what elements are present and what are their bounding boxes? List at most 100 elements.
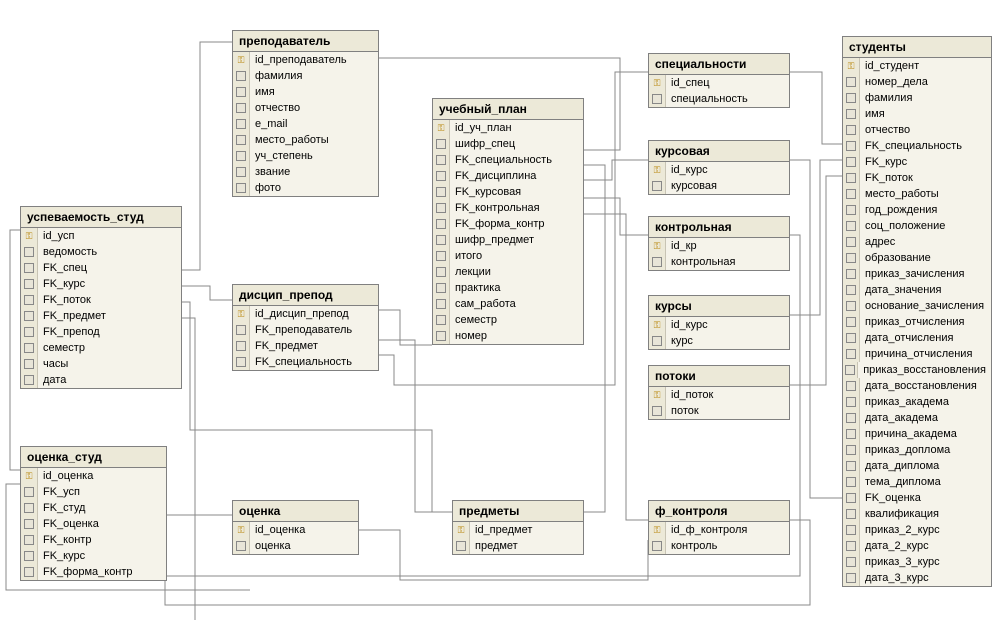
- table-row[interactable]: соц_положение: [843, 218, 991, 234]
- table-flows[interactable]: потокиid_потокпоток: [648, 365, 790, 420]
- table-row[interactable]: e_mail: [233, 116, 378, 132]
- table-row[interactable]: фамилия: [843, 90, 991, 106]
- table-header[interactable]: потоки: [649, 366, 789, 387]
- table-header[interactable]: специальности: [649, 54, 789, 75]
- table-header[interactable]: ф_контроля: [649, 501, 789, 522]
- table-row[interactable]: id_оценка: [233, 522, 358, 538]
- table-row[interactable]: id_спец: [649, 75, 789, 91]
- table-teacher[interactable]: преподавательid_преподавательфамилияимяо…: [232, 30, 379, 197]
- table-row[interactable]: ведомость: [21, 244, 181, 260]
- table-courses[interactable]: курсыid_курскурс: [648, 295, 790, 350]
- table-row[interactable]: FK_спец: [21, 260, 181, 276]
- table-row[interactable]: причина_академа: [843, 426, 991, 442]
- table-row[interactable]: FK_специальность: [233, 354, 378, 370]
- table-row[interactable]: приказ_зачисления: [843, 266, 991, 282]
- table-row[interactable]: FK_контр: [21, 532, 166, 548]
- table-header[interactable]: курсы: [649, 296, 789, 317]
- table-coursework[interactable]: курсоваяid_курскурсовая: [648, 140, 790, 195]
- table-row[interactable]: FK_курс: [21, 276, 181, 292]
- table-row[interactable]: FK_оценка: [21, 516, 166, 532]
- table-row[interactable]: FK_поток: [21, 292, 181, 308]
- table-row[interactable]: FK_усп: [21, 484, 166, 500]
- table-row[interactable]: часы: [21, 356, 181, 372]
- table-header[interactable]: дисцип_препод: [233, 285, 378, 306]
- table-row[interactable]: оценка: [233, 538, 358, 554]
- table-curriculum[interactable]: учебный_планid_уч_планшифр_спецFK_специа…: [432, 98, 584, 345]
- table-control[interactable]: контрольнаяid_крконтрольная: [648, 216, 790, 271]
- table-row[interactable]: семестр: [21, 340, 181, 356]
- table-row[interactable]: поток: [649, 403, 789, 419]
- table-row[interactable]: звание: [233, 164, 378, 180]
- table-row[interactable]: дата_академа: [843, 410, 991, 426]
- table-row[interactable]: FK_специальность: [843, 138, 991, 154]
- table-row[interactable]: FK_форма_контр: [433, 216, 583, 232]
- table-header[interactable]: преподаватель: [233, 31, 378, 52]
- table-header[interactable]: контрольная: [649, 217, 789, 238]
- table-row[interactable]: FK_предмет: [21, 308, 181, 324]
- table-row[interactable]: квалификация: [843, 506, 991, 522]
- table-row[interactable]: FK_специальность: [433, 152, 583, 168]
- table-row[interactable]: контроль: [649, 538, 789, 554]
- table-row[interactable]: шифр_предмет: [433, 232, 583, 248]
- table-row[interactable]: FK_дисциплина: [433, 168, 583, 184]
- table-row[interactable]: дата_диплома: [843, 458, 991, 474]
- table-grade[interactable]: оценкаid_оценкаоценка: [232, 500, 359, 555]
- table-row[interactable]: FK_студ: [21, 500, 166, 516]
- table-control_form[interactable]: ф_контроляid_ф_контроляконтроль: [648, 500, 790, 555]
- table-row[interactable]: FK_контрольная: [433, 200, 583, 216]
- table-row[interactable]: id_усп: [21, 228, 181, 244]
- table-header[interactable]: учебный_план: [433, 99, 583, 120]
- table-row[interactable]: отчество: [843, 122, 991, 138]
- table-header[interactable]: оценка_студ: [21, 447, 166, 468]
- table-header[interactable]: курсовая: [649, 141, 789, 162]
- table-row[interactable]: FK_предмет: [233, 338, 378, 354]
- table-row[interactable]: id_курс: [649, 162, 789, 178]
- table-row[interactable]: id_ф_контроля: [649, 522, 789, 538]
- table-row[interactable]: id_уч_план: [433, 120, 583, 136]
- table-students[interactable]: студентыid_студентномер_делафамилияимяот…: [842, 36, 992, 587]
- table-row[interactable]: id_предмет: [453, 522, 583, 538]
- table-row[interactable]: id_кр: [649, 238, 789, 254]
- table-row[interactable]: образование: [843, 250, 991, 266]
- table-row[interactable]: FK_препод: [21, 324, 181, 340]
- table-subjects[interactable]: предметыid_предметпредмет: [452, 500, 584, 555]
- table-row[interactable]: адрес: [843, 234, 991, 250]
- table-row[interactable]: предмет: [453, 538, 583, 554]
- table-row[interactable]: id_преподаватель: [233, 52, 378, 68]
- table-specialties[interactable]: специальностиid_спецспециальность: [648, 53, 790, 108]
- table-row[interactable]: уч_степень: [233, 148, 378, 164]
- table-row[interactable]: дата: [21, 372, 181, 388]
- table-row[interactable]: основание_зачисления: [843, 298, 991, 314]
- table-row[interactable]: год_рождения: [843, 202, 991, 218]
- table-row[interactable]: отчество: [233, 100, 378, 116]
- table-row[interactable]: контрольная: [649, 254, 789, 270]
- table-row[interactable]: дата_значения: [843, 282, 991, 298]
- table-row[interactable]: FK_курс: [843, 154, 991, 170]
- table-row[interactable]: FK_курсовая: [433, 184, 583, 200]
- table-row[interactable]: приказ_отчисления: [843, 314, 991, 330]
- table-row[interactable]: фамилия: [233, 68, 378, 84]
- table-row[interactable]: приказ_доплома: [843, 442, 991, 458]
- table-row[interactable]: тема_диплома: [843, 474, 991, 490]
- table-row[interactable]: место_работы: [233, 132, 378, 148]
- table-row[interactable]: приказ_академа: [843, 394, 991, 410]
- table-row[interactable]: шифр_спец: [433, 136, 583, 152]
- table-row[interactable]: дата_отчисления: [843, 330, 991, 346]
- table-progress[interactable]: успеваемость_студid_успведомостьFK_спецF…: [20, 206, 182, 389]
- table-row[interactable]: приказ_восстановления: [843, 362, 991, 378]
- table-row[interactable]: FK_оценка: [843, 490, 991, 506]
- table-row[interactable]: итого: [433, 248, 583, 264]
- table-row[interactable]: курсовая: [649, 178, 789, 194]
- table-row[interactable]: имя: [233, 84, 378, 100]
- table-row[interactable]: имя: [843, 106, 991, 122]
- table-header[interactable]: оценка: [233, 501, 358, 522]
- table-row[interactable]: дата_3_курс: [843, 570, 991, 586]
- table-header[interactable]: студенты: [843, 37, 991, 58]
- table-header[interactable]: предметы: [453, 501, 583, 522]
- table-row[interactable]: дата_2_курс: [843, 538, 991, 554]
- table-grade_stud[interactable]: оценка_студid_оценкаFK_успFK_студFK_оцен…: [20, 446, 167, 581]
- table-row[interactable]: приказ_3_курс: [843, 554, 991, 570]
- table-row[interactable]: курс: [649, 333, 789, 349]
- table-row[interactable]: FK_преподаватель: [233, 322, 378, 338]
- table-row[interactable]: сам_работа: [433, 296, 583, 312]
